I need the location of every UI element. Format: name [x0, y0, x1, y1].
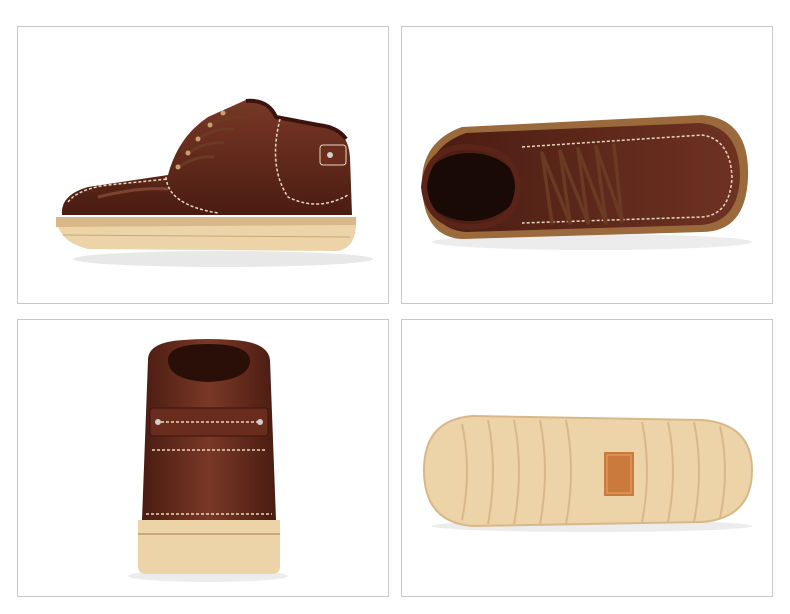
boot-sole-view-image — [422, 414, 754, 532]
boot-back-view-image — [128, 339, 288, 582]
boot-top-view-image — [420, 115, 752, 250]
product-image-back-view[interactable] — [17, 319, 389, 597]
product-image-sole-view[interactable] — [401, 319, 773, 597]
boot-side-view-image — [56, 98, 373, 267]
product-image-side-view[interactable] — [17, 26, 389, 304]
product-image-top-view[interactable] — [401, 26, 773, 304]
